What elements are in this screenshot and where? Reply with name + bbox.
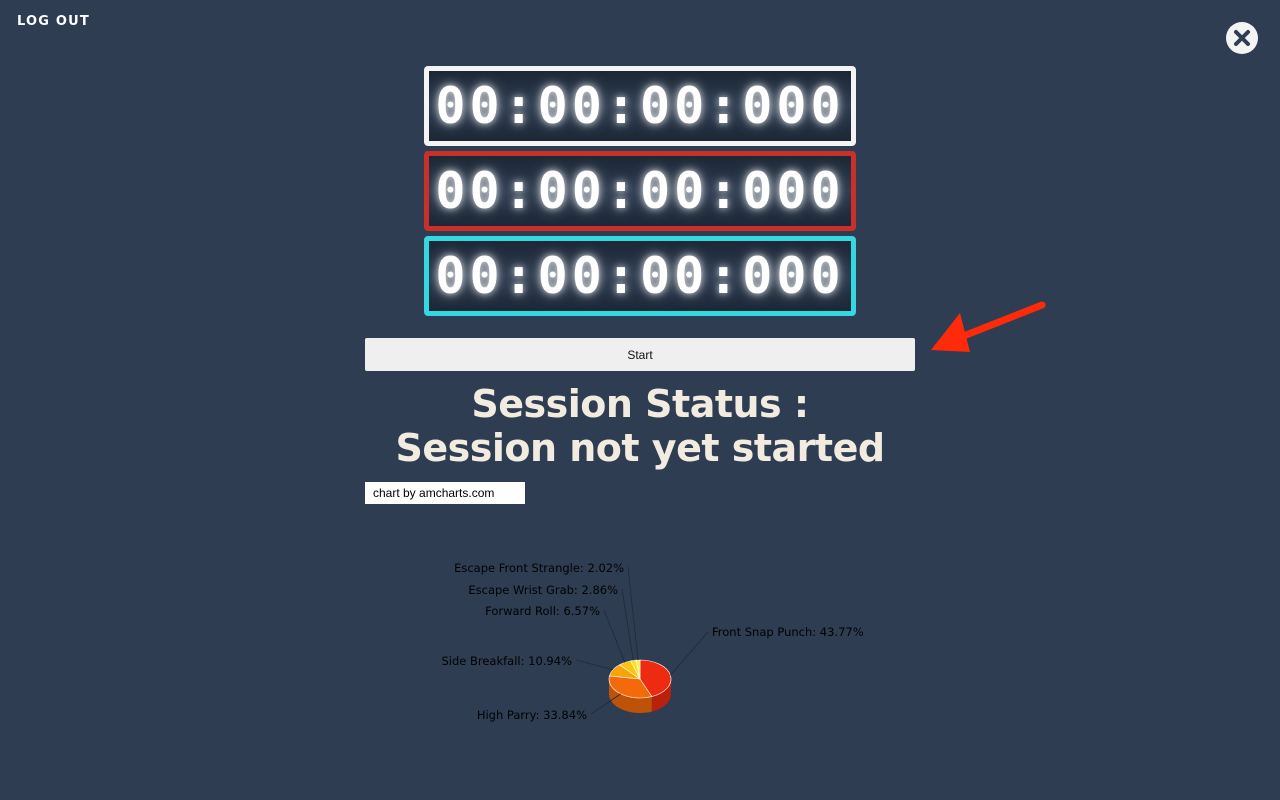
pie-slice-label: High Parry: 33.84% (477, 708, 587, 722)
pie-label-leader (627, 566, 639, 661)
pie-slice-label: Forward Roll: 6.57% (485, 604, 600, 618)
pie-slice-label: Escape Wrist Grab: 2.86% (468, 583, 618, 597)
pie-slice-label: Side Breakfall: 10.94% (441, 654, 572, 668)
pie-label-leader (670, 631, 709, 676)
pie-chart: Front Snap Punch: 43.77% High Parry: 33.8… (441, 561, 864, 722)
pie-label-leader (603, 609, 626, 663)
pie-label-leader (575, 659, 614, 671)
app-window: LOG OUT 00:00:00:000 00:00:00:000 00:00:… (0, 0, 1280, 800)
pie-slice-label: Escape Front Strangle: 2.02% (454, 561, 624, 575)
pie-slice-label: Front Snap Punch: 43.77% (712, 625, 864, 639)
